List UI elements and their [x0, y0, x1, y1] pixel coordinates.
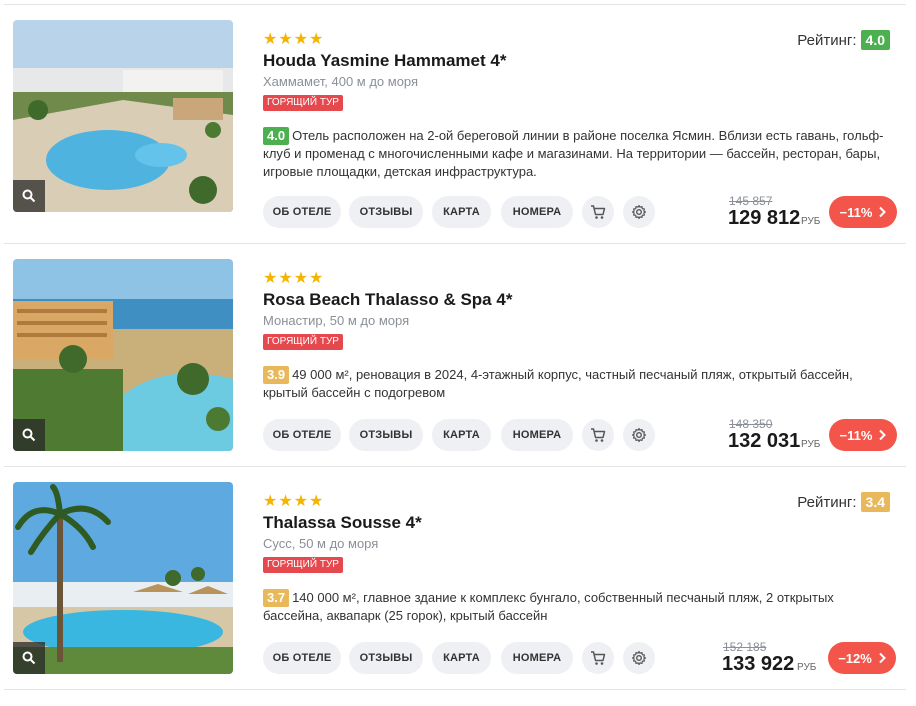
hot-tour-badge: ГОРЯЩИЙ ТУР [263, 334, 343, 350]
hotel-description: 4.0 Отель расположен на 2-ой береговой ли… [263, 127, 893, 181]
settings-button[interactable] [623, 642, 655, 674]
rating-label: Рейтинг: [797, 31, 857, 49]
old-price: 148 350 [729, 417, 773, 431]
reviews-button[interactable]: ОТЗЫВЫ [349, 196, 423, 228]
gear-icon [631, 204, 647, 220]
price: 133 922 [722, 653, 795, 675]
discount-value: −12% [838, 650, 872, 666]
hotel-description: 3.7 140 000 м², главное здание к комплекс… [263, 589, 893, 625]
search-icon [22, 651, 36, 665]
rating-label: Рейтинг: [797, 493, 857, 511]
review-score: 4.0 [263, 127, 290, 145]
zoom-button[interactable] [13, 180, 45, 212]
hotel-location: Монастир, 50 м до моря [263, 313, 410, 328]
hotel-name[interactable]: Houda Yasmine Hammamet 4* [263, 51, 506, 71]
star-rating: ★★★★ [263, 493, 325, 510]
map-button[interactable]: КАРТА [432, 196, 491, 228]
chevron-right-icon [879, 206, 887, 218]
hotel-photo[interactable] [13, 20, 233, 212]
description-text: 140 000 м², главное здание к комплекс бу… [263, 590, 834, 623]
about-hotel-button[interactable]: ОБ ОТЕЛЕ [263, 642, 341, 674]
rooms-button[interactable]: НОМЕРА [501, 642, 573, 674]
rating-value: 3.4 [860, 492, 890, 512]
description-text: 49 000 м², реновация в 2024, 4-этажный к… [263, 367, 853, 400]
discount-button[interactable]: −11% [829, 196, 897, 228]
about-hotel-button[interactable]: ОБ ОТЕЛЕ [263, 196, 341, 228]
currency: РУБ [801, 439, 821, 450]
cart-button[interactable] [582, 642, 614, 674]
rating: Рейтинг: 3.4 [797, 492, 890, 512]
cart-icon [591, 205, 606, 219]
hot-tour-badge: ГОРЯЩИЙ ТУР [263, 557, 343, 573]
map-button[interactable]: КАРТА [432, 419, 491, 451]
discount-value: −11% [839, 427, 873, 443]
divider [4, 243, 906, 244]
hotel-location: Сусс, 50 м до моря [263, 536, 379, 551]
currency: РУБ [797, 662, 817, 673]
about-hotel-button[interactable]: ОБ ОТЕЛЕ [263, 419, 341, 451]
chevron-right-icon [879, 652, 886, 664]
star-rating: ★★★★ [263, 270, 325, 287]
divider [4, 466, 906, 467]
gear-icon [631, 650, 647, 666]
hotel-card: ★★★★ Thalassa Sousse 4* Сусс, 50 м до мо… [0, 482, 916, 706]
review-score: 3.9 [263, 366, 290, 384]
search-icon [22, 189, 36, 203]
rating-value: 4.0 [860, 30, 890, 50]
review-score: 3.7 [263, 589, 290, 607]
price: 132 031 [728, 430, 801, 452]
divider [4, 4, 906, 5]
rooms-button[interactable]: НОМЕРА [501, 419, 573, 451]
hotel-photo[interactable] [13, 259, 233, 451]
zoom-button[interactable] [13, 419, 45, 451]
settings-button[interactable] [623, 196, 655, 228]
star-rating: ★★★★ [263, 31, 325, 48]
price: 129 812 [728, 207, 801, 229]
hotel-name[interactable]: Rosa Beach Thalasso & Spa 4* [263, 290, 512, 310]
cart-button[interactable] [582, 419, 614, 451]
reviews-button[interactable]: ОТЗЫВЫ [349, 642, 423, 674]
zoom-button[interactable] [13, 642, 45, 674]
currency: РУБ [801, 216, 821, 227]
discount-button[interactable]: −12% [828, 642, 896, 674]
cart-button[interactable] [582, 196, 614, 228]
hotel-location: Хаммамет, 400 м до моря [263, 74, 419, 89]
cart-icon [591, 428, 606, 442]
hotel-card: ★★★★ Rosa Beach Thalasso & Spa 4* Монаст… [0, 259, 916, 483]
hotel-description: 3.9 49 000 м², реновация в 2024, 4-этажны… [263, 366, 893, 402]
search-icon [22, 428, 36, 442]
gear-icon [631, 427, 647, 443]
cart-icon [591, 651, 606, 665]
map-button[interactable]: КАРТА [432, 642, 491, 674]
rating: Рейтинг: 4.0 [797, 30, 890, 50]
hotel-name[interactable]: Thalassa Sousse 4* [263, 513, 422, 533]
hotel-photo[interactable] [13, 482, 233, 674]
settings-button[interactable] [623, 419, 655, 451]
old-price: 145 857 [729, 194, 773, 208]
chevron-right-icon [879, 429, 887, 441]
description-text: Отель расположен на 2-ой береговой линии… [263, 128, 884, 179]
reviews-button[interactable]: ОТЗЫВЫ [349, 419, 423, 451]
rooms-button[interactable]: НОМЕРА [501, 196, 573, 228]
hot-tour-badge: ГОРЯЩИЙ ТУР [263, 95, 343, 111]
divider [4, 689, 906, 690]
hotel-card: ★★★★ Houda Yasmine Hammamet 4* Хаммамет,… [0, 20, 916, 244]
old-price: 152 185 [723, 640, 767, 654]
discount-value: −11% [839, 204, 873, 220]
discount-button[interactable]: −11% [829, 419, 897, 451]
